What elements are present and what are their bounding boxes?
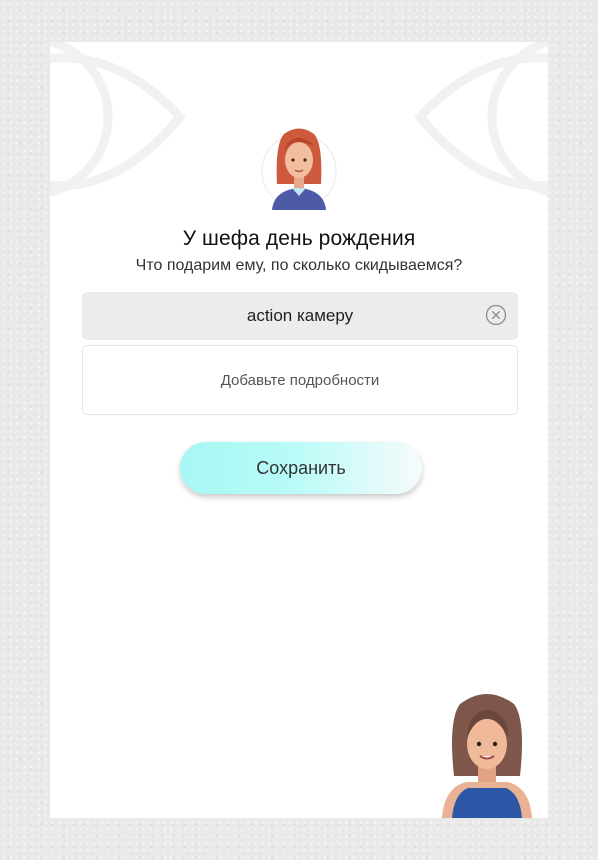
- clear-circle-icon[interactable]: [485, 304, 507, 326]
- details-textarea[interactable]: Добавьте подробности: [82, 345, 518, 415]
- card: У шефа день рождения Что подарим ему, по…: [50, 42, 548, 818]
- gift-input[interactable]: action камеру: [82, 292, 518, 340]
- user-avatar: [261, 128, 337, 210]
- page-subtitle: Что подарим ему, по сколько скидываемся?: [135, 257, 463, 274]
- gift-input-value: action камеру: [246, 306, 354, 325]
- assistant-avatar: [442, 694, 532, 818]
- save-button[interactable]: Сохранить: [180, 442, 422, 494]
- details-placeholder: Добавьте подробности: [220, 372, 380, 389]
- page-title: У шефа день рождения: [182, 227, 416, 250]
- save-button-label: Сохранить: [256, 458, 346, 478]
